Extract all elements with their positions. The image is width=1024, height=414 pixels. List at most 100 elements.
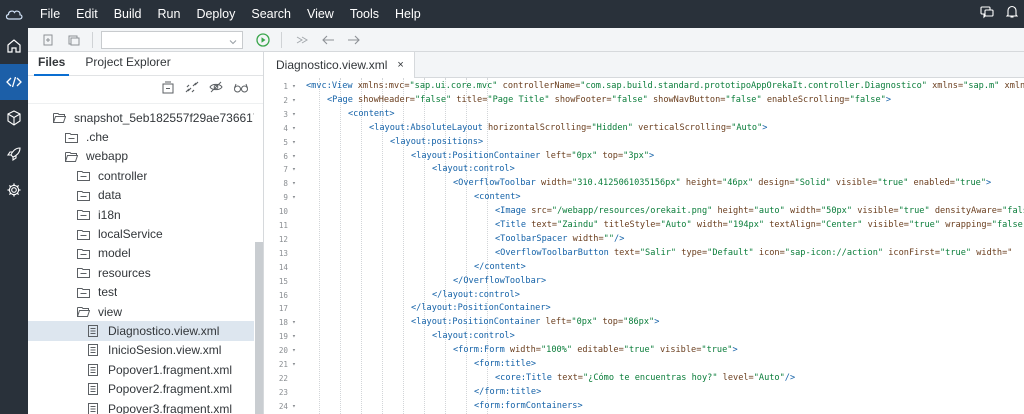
run-icon[interactable] bbox=[253, 30, 273, 50]
code-line[interactable]: 12 <ToolbarSpacer width=""/> bbox=[264, 233, 1024, 247]
code-line[interactable]: 13 <OverflowToolbarButton text="Salir" ty… bbox=[264, 247, 1024, 261]
tree-item[interactable]: resources bbox=[28, 263, 254, 282]
tree-item[interactable]: data bbox=[28, 186, 254, 205]
code-line[interactable]: 22 <core:Title text="¿Cómo te encuentras … bbox=[264, 372, 1024, 386]
menu-search[interactable]: Search bbox=[243, 0, 299, 28]
new-folder-icon[interactable] bbox=[64, 30, 84, 50]
code-editor[interactable]: 1 ▾ <mvc:View xmlns:mvc="sap.ui.core.mvc" … bbox=[264, 78, 1024, 414]
code-line[interactable]: 6 ▾ <layout:PositionContainer left="0px" t… bbox=[264, 150, 1024, 164]
fold-chevron-icon[interactable]: ▾ bbox=[292, 344, 296, 358]
extensions-icon[interactable] bbox=[0, 100, 28, 136]
tab-files[interactable]: Files bbox=[28, 55, 75, 76]
collapse-all-icon[interactable] bbox=[161, 80, 175, 99]
code-line[interactable]: 10 <Image src="/webapp/resources/orekait.… bbox=[264, 205, 1024, 219]
code-token: /> bbox=[784, 372, 796, 383]
fold-chevron-icon[interactable]: ▾ bbox=[292, 150, 296, 164]
forward-icon[interactable] bbox=[344, 30, 364, 50]
rocket-icon[interactable] bbox=[0, 136, 28, 172]
editor-tab-diagnostico[interactable]: Diagnostico.view.xml × bbox=[264, 52, 415, 78]
menu-tools[interactable]: Tools bbox=[342, 0, 387, 28]
tree-item[interactable]: Popover1.fragment.xml bbox=[28, 360, 254, 379]
code-line[interactable]: 5 ▾ <layout:positions> bbox=[264, 136, 1024, 150]
settings-icon[interactable] bbox=[0, 172, 28, 208]
fold-chevron-icon[interactable]: ▾ bbox=[292, 163, 296, 177]
menu-deploy[interactable]: Deploy bbox=[188, 0, 243, 28]
fold-chevron-icon[interactable]: ▾ bbox=[292, 108, 296, 122]
run-configuration-select[interactable] bbox=[101, 30, 243, 49]
cloud-logo-icon[interactable] bbox=[0, 0, 28, 28]
tab-project-explorer[interactable]: Project Explorer bbox=[75, 55, 180, 75]
fold-chevron-icon[interactable]: ▾ bbox=[292, 316, 296, 330]
tree-item[interactable]: test bbox=[28, 283, 254, 302]
tree-item[interactable]: Popover2.fragment.xml bbox=[28, 379, 254, 398]
code-line[interactable]: 20 ▾ <form:Form width="100%" editable="tru… bbox=[264, 344, 1024, 358]
tree-item[interactable]: controller bbox=[28, 166, 254, 185]
link-editor-icon[interactable] bbox=[185, 80, 199, 99]
home-icon[interactable] bbox=[0, 28, 28, 64]
code-line[interactable]: 3 ▾ <content> bbox=[264, 108, 1024, 122]
glasses-icon[interactable] bbox=[233, 81, 249, 99]
tree-item[interactable]: view bbox=[28, 302, 254, 321]
code-line[interactable]: 16 </layout:control> bbox=[264, 289, 1024, 303]
line-number: 17 bbox=[278, 304, 288, 314]
bell-icon[interactable] bbox=[1005, 5, 1019, 24]
code-line[interactable]: 18 ▾ <layout:PositionContainer left="0px" … bbox=[264, 316, 1024, 330]
code-line[interactable]: 24 ▾ <form:formContainers> bbox=[264, 400, 1024, 414]
fold-chevron-icon[interactable]: ▾ bbox=[292, 136, 296, 150]
code-line[interactable]: 23 </form:title> bbox=[264, 386, 1024, 400]
fold-chevron-icon[interactable]: ▾ bbox=[292, 177, 296, 191]
tree-item-label: controller bbox=[98, 168, 148, 183]
new-file-icon[interactable] bbox=[38, 30, 58, 50]
code-line[interactable]: 15 </OverflowToolbar> bbox=[264, 275, 1024, 289]
fold-chevron-icon[interactable]: ▾ bbox=[292, 358, 296, 372]
code-token: > bbox=[654, 317, 660, 328]
tree-item[interactable]: snapshot_5eb182557f29ae736617 bbox=[28, 108, 254, 127]
fold-chevron-icon[interactable]: ▾ bbox=[292, 122, 296, 136]
code-token: "true" bbox=[940, 247, 972, 258]
code-text: <content> bbox=[474, 191, 521, 205]
menu-view[interactable]: View bbox=[299, 0, 342, 28]
code-line[interactable]: 17 </layout:PositionContainer> bbox=[264, 302, 1024, 316]
step-over-icon[interactable] bbox=[292, 30, 312, 50]
code-line[interactable]: 8 ▾ <OverflowToolbar width="310.4125061035… bbox=[264, 177, 1024, 191]
fold-chevron-icon[interactable]: ▾ bbox=[292, 330, 296, 344]
tree-item[interactable]: InicioSesion.view.xml bbox=[28, 341, 254, 360]
fold-chevron-icon[interactable]: ▾ bbox=[292, 80, 296, 94]
back-icon[interactable] bbox=[318, 30, 338, 50]
tree-item[interactable]: model bbox=[28, 244, 254, 263]
code-line[interactable]: 11 <Title text="Zaindu" titleStyle="Auto"… bbox=[264, 219, 1024, 233]
code-token: <mvc:View bbox=[306, 81, 358, 91]
tree-item[interactable]: .che bbox=[28, 127, 254, 146]
code-token: xmlns:fo bbox=[1004, 81, 1024, 91]
code-token: </content> bbox=[474, 261, 526, 272]
code-line[interactable]: 21 ▾ <form:title> bbox=[264, 358, 1024, 372]
menu-edit[interactable]: Edit bbox=[68, 0, 106, 28]
code-line[interactable]: 7 ▾ <layout:control> bbox=[264, 163, 1024, 177]
code-line[interactable]: 14 </content> bbox=[264, 261, 1024, 275]
code-icon[interactable] bbox=[0, 64, 28, 100]
fold-chevron-icon[interactable]: ▾ bbox=[292, 94, 296, 108]
menu-file[interactable]: File bbox=[32, 0, 68, 28]
close-icon[interactable]: × bbox=[397, 59, 403, 71]
code-text: <mvc:View xmlns:mvc="sap.ui.core.mvc" co… bbox=[306, 80, 1024, 94]
chat-icon[interactable] bbox=[980, 5, 994, 24]
fold-chevron-icon[interactable]: ▾ bbox=[292, 400, 296, 414]
code-line[interactable]: 4 ▾ <layout:AbsoluteLayout horizontalScrol… bbox=[264, 122, 1024, 136]
code-line[interactable]: 2 ▾ <Page showHeader="false" title="Page T… bbox=[264, 94, 1024, 108]
tree-item[interactable]: i18n bbox=[28, 205, 254, 224]
code-line[interactable]: 9 ▾ <content> bbox=[264, 191, 1024, 205]
menu-build[interactable]: Build bbox=[106, 0, 150, 28]
tree-item[interactable]: Popover3.fragment.xml bbox=[28, 399, 254, 414]
sidebar-scrollbar[interactable] bbox=[255, 242, 263, 414]
menu-run[interactable]: Run bbox=[150, 0, 189, 28]
code-token: > bbox=[732, 345, 738, 356]
tree-item[interactable]: webapp bbox=[28, 147, 254, 166]
tree-item[interactable]: Diagnostico.view.xml bbox=[28, 321, 254, 341]
menu-help[interactable]: Help bbox=[387, 0, 429, 28]
code-line[interactable]: 19 ▾ <layout:control> bbox=[264, 330, 1024, 344]
code-line[interactable]: 1 ▾ <mvc:View xmlns:mvc="sap.ui.core.mvc" … bbox=[264, 80, 1024, 94]
fold-chevron-icon[interactable]: ▾ bbox=[292, 191, 296, 205]
hide-files-icon[interactable] bbox=[209, 80, 223, 99]
line-number: 22 bbox=[278, 373, 288, 383]
tree-item[interactable]: localService bbox=[28, 224, 254, 243]
